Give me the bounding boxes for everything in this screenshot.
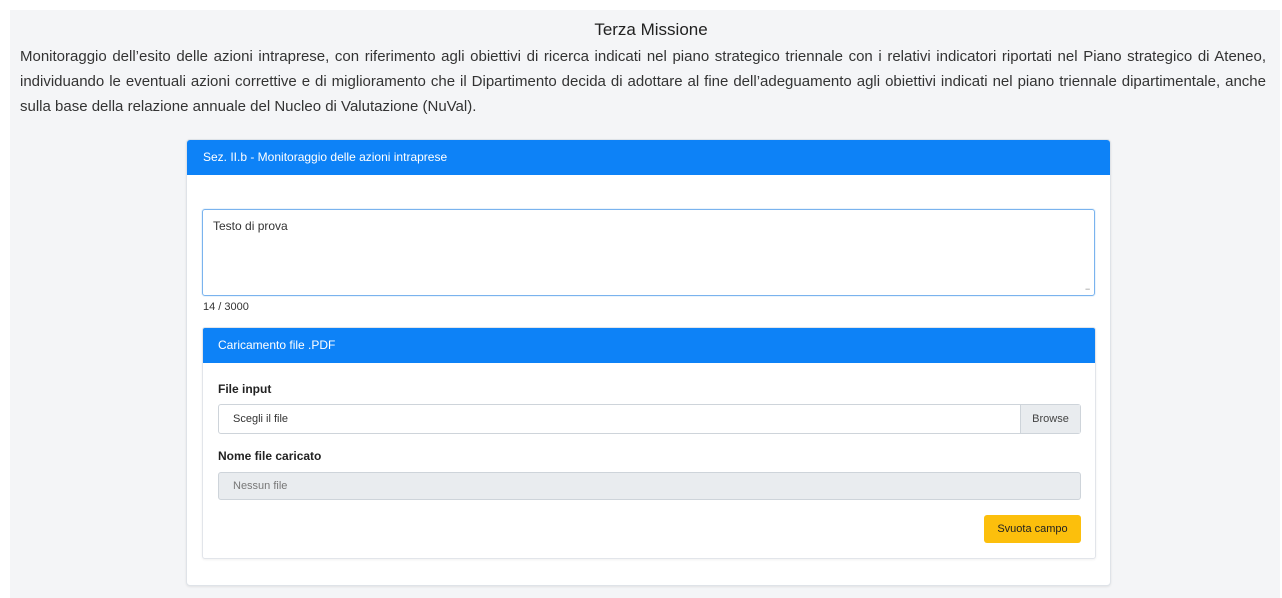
loaded-file-field: Nessun file <box>218 472 1081 500</box>
monitoring-card: Sez. II.b - Monitoraggio delle azioni in… <box>186 139 1111 586</box>
page-intro: Monitoraggio dell’esito delle azioni int… <box>20 48 1266 115</box>
file-input-label: File input <box>218 382 272 396</box>
upload-card: Caricamento file .PDF File input Scegli … <box>202 327 1096 559</box>
browse-button[interactable]: Browse <box>1020 405 1080 433</box>
file-input-placeholder[interactable]: Scegli il file <box>219 405 1020 433</box>
page-title: Terza Missione <box>594 20 708 39</box>
character-counter: 14 / 3000 <box>203 301 249 313</box>
card-header: Sez. II.b - Monitoraggio delle azioni in… <box>187 140 1110 175</box>
clear-field-button[interactable]: Svuota campo <box>984 515 1081 543</box>
loaded-file-label: Nome file caricato <box>218 449 322 463</box>
monitoring-textarea[interactable]: Testo di prova <box>202 209 1095 296</box>
upload-card-header: Caricamento file .PDF <box>203 328 1095 363</box>
file-input[interactable]: Scegli il file Browse <box>218 404 1081 434</box>
resize-grip-icon[interactable]: − <box>1085 285 1094 294</box>
